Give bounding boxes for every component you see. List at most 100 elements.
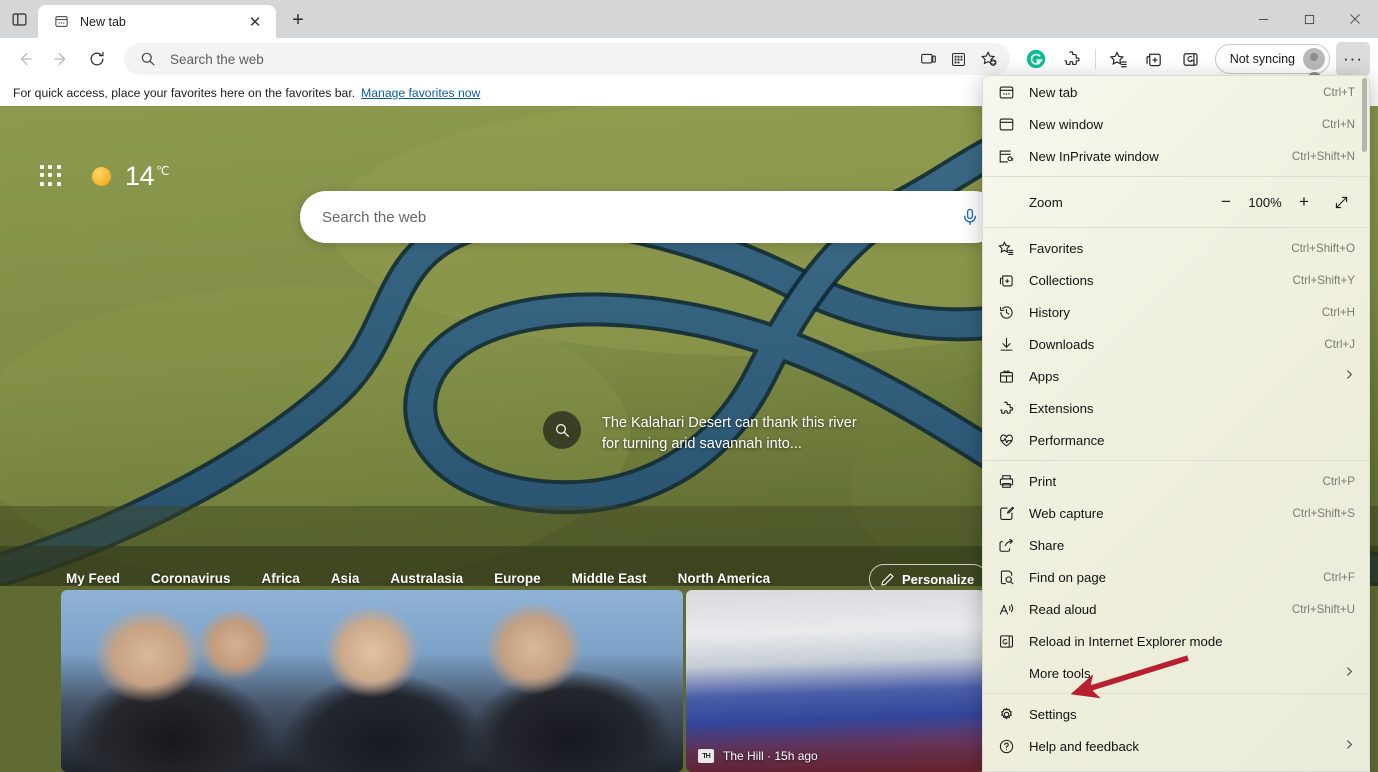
menu-item-favorites[interactable]: Favorites Ctrl+Shift+O — [983, 232, 1369, 264]
menu-item-share[interactable]: Share — [983, 529, 1369, 561]
zoom-in-button[interactable]: + — [1287, 186, 1321, 218]
menu-divider — [983, 693, 1369, 694]
menu-item-label: Help and feedback — [1029, 739, 1336, 754]
news-card-footer: TH The Hill · 15h ago — [686, 724, 984, 772]
user-avatar — [1303, 48, 1325, 70]
menu-item-label: New InPrivate window — [1029, 149, 1292, 164]
menu-item-shortcut: Ctrl+Shift+O — [1291, 242, 1355, 255]
extensions-icon[interactable] — [1055, 42, 1089, 76]
inprivate-window-icon — [993, 148, 1019, 165]
menu-item-find-on-page[interactable]: Find on page Ctrl+F — [983, 561, 1369, 593]
news-source-logo: TH — [698, 749, 714, 763]
menu-item-performance[interactable]: Performance — [983, 424, 1369, 456]
menu-item-downloads[interactable]: Downloads Ctrl+J — [983, 328, 1369, 360]
close-button[interactable] — [1332, 0, 1378, 38]
menu-item-new-window[interactable]: New window Ctrl+N — [983, 108, 1369, 140]
app-grid-icon[interactable] — [40, 165, 62, 187]
add-favorite-icon[interactable] — [974, 44, 1004, 74]
ntp-search-box[interactable]: Search the web — [300, 191, 1000, 243]
menu-item-web-capture[interactable]: Web capture Ctrl+Shift+S — [983, 497, 1369, 529]
downloads-icon — [993, 336, 1019, 353]
magnifier-icon[interactable] — [543, 411, 581, 449]
maximize-button[interactable] — [1286, 0, 1332, 38]
menu-item-label: Downloads — [1029, 337, 1324, 352]
caption-text: The Kalahari Desert can thank this river… — [602, 413, 857, 455]
manage-favorites-link[interactable]: Manage favorites now — [361, 86, 480, 100]
ie-mode-icon — [993, 633, 1019, 650]
menu-item-settings[interactable]: Settings — [983, 698, 1369, 730]
menu-item-label: Settings — [1029, 707, 1355, 722]
favorites-star-icon — [993, 240, 1019, 257]
menu-item-label: Share — [1029, 538, 1355, 553]
menu-item-label: Performance — [1029, 433, 1355, 448]
microphone-icon[interactable] — [960, 207, 980, 227]
zoom-label: Zoom — [1029, 195, 1209, 210]
menu-item-history[interactable]: History Ctrl+H — [983, 296, 1369, 328]
menu-item-apps[interactable]: Apps — [983, 360, 1369, 392]
menu-item-label: Reload in Internet Explorer mode — [1029, 634, 1355, 649]
browser-essentials-icon[interactable] — [1174, 42, 1208, 76]
browser-window: New tab ✕ + — [0, 0, 1378, 772]
sun-icon — [92, 167, 111, 186]
menu-item-read-aloud[interactable]: Read aloud Ctrl+Shift+U — [983, 593, 1369, 625]
web-capture-icon — [993, 505, 1019, 522]
menu-item-help-and-feedback[interactable]: Help and feedback — [983, 730, 1369, 762]
refresh-icon[interactable] — [80, 42, 114, 76]
menu-scrollbar-thumb[interactable] — [1362, 78, 1367, 152]
menu-item-label: More tools — [1029, 666, 1336, 681]
settings-and-more-button[interactable]: ··· — [1336, 42, 1370, 76]
zoom-out-button[interactable]: − — [1209, 186, 1243, 218]
menu-item-new-tab[interactable]: New tab Ctrl+T — [983, 76, 1369, 108]
tab-search-icon[interactable] — [0, 0, 38, 38]
menu-scrollbar[interactable] — [1361, 78, 1368, 772]
menu-item-label: Apps — [1029, 369, 1336, 384]
menu-divider — [983, 460, 1369, 461]
menu-item-label: New tab — [1029, 85, 1323, 100]
weather-widget[interactable]: 14℃ — [92, 161, 169, 192]
cast-icon[interactable] — [914, 44, 944, 74]
menu-item-shortcut: Ctrl+P — [1322, 475, 1355, 488]
collections-icon[interactable] — [1138, 42, 1172, 76]
forward-arrow-icon[interactable] — [44, 42, 78, 76]
menu-item-close-microsoft-edge[interactable]: Close Microsoft Edge — [983, 762, 1369, 772]
menu-item-label: Collections — [1029, 273, 1292, 288]
address-bar[interactable]: Search the web — [124, 43, 1010, 75]
settings-and-more-menu: New tab Ctrl+T New window Ctrl+N New InP… — [982, 75, 1370, 772]
profile-button[interactable]: Not syncing — [1215, 44, 1330, 74]
fullscreen-icon[interactable] — [1321, 186, 1361, 218]
settings-gear-icon — [993, 706, 1019, 723]
browser-tab[interactable]: New tab ✕ — [38, 5, 276, 38]
menu-item-print[interactable]: Print Ctrl+P — [983, 465, 1369, 497]
browser-toolbar: Search the web — [0, 38, 1378, 80]
menu-item-label: Read aloud — [1029, 602, 1292, 617]
menu-item-label: Favorites — [1029, 241, 1291, 256]
menu-item-extensions[interactable]: Extensions — [983, 392, 1369, 424]
back-arrow-icon[interactable] — [8, 42, 42, 76]
tab-title: New tab — [80, 15, 242, 29]
address-bar-placeholder: Search the web — [170, 52, 914, 67]
news-card[interactable] — [61, 590, 683, 772]
menu-item-more-tools[interactable]: More tools — [983, 657, 1369, 689]
menu-divider — [983, 227, 1369, 228]
immersive-reader-icon[interactable] — [944, 44, 974, 74]
window-controls — [1240, 0, 1378, 38]
weather-unit: ℃ — [156, 164, 169, 178]
new-tab-button[interactable]: + — [282, 4, 314, 36]
menu-item-label: Extensions — [1029, 401, 1355, 416]
read-aloud-icon — [993, 601, 1019, 618]
pencil-icon — [880, 572, 895, 587]
menu-item-shortcut: Ctrl+Shift+S — [1292, 507, 1355, 520]
ntp-search-placeholder: Search the web — [322, 209, 960, 226]
caption-line-1: The Kalahari Desert can thank this river — [602, 415, 857, 431]
menu-item-collections[interactable]: Collections Ctrl+Shift+Y — [983, 264, 1369, 296]
find-on-page-icon — [993, 569, 1019, 586]
background-image-caption[interactable]: The Kalahari Desert can thank this river… — [543, 411, 857, 455]
news-card[interactable]: TH The Hill · 15h ago — [686, 590, 984, 772]
minimize-button[interactable] — [1240, 0, 1286, 38]
copilot-icon[interactable] — [1019, 42, 1053, 76]
favorites-icon[interactable] — [1102, 42, 1136, 76]
weather-temperature: 14℃ — [125, 161, 169, 192]
menu-item-new-inprivate-window[interactable]: New InPrivate window Ctrl+Shift+N — [983, 140, 1369, 172]
close-tab-icon[interactable]: ✕ — [242, 9, 268, 35]
menu-item-ie-mode[interactable]: Reload in Internet Explorer mode — [983, 625, 1369, 657]
